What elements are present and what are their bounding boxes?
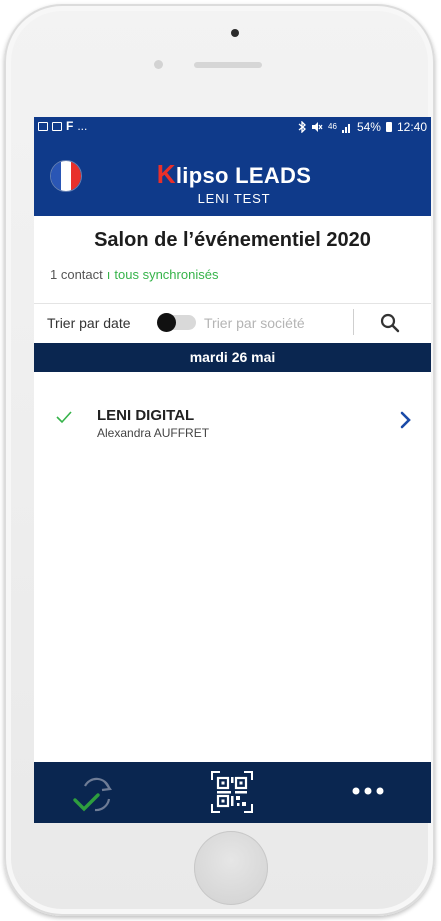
bluetooth-icon [298, 121, 306, 133]
bottom-nav [34, 762, 431, 823]
chevron-right-icon[interactable] [400, 411, 412, 429]
status-bar-right: 46 54% 12:40 [298, 120, 427, 134]
status-bar: F ... 46 54% 12:40 [34, 117, 431, 139]
more-dots-icon[interactable] [350, 786, 386, 796]
account-name: LENI TEST [197, 191, 271, 206]
sort-by-date-label[interactable]: Trier par date [47, 315, 131, 331]
phone-frame: F ... 46 54% 12:40 Klipso LEADS LENI TES… [4, 4, 435, 916]
sync-separator: ı [106, 267, 111, 282]
more-notifications: ... [77, 119, 88, 133]
sync-check-icon[interactable] [71, 774, 117, 816]
qr-code-icon[interactable] [209, 769, 255, 815]
contact-name: Alexandra AUFFRET [97, 426, 210, 440]
app-header: Klipso LEADS LENI TEST [34, 139, 431, 216]
contact-count: 1 contact [50, 267, 103, 282]
sort-by-company-label[interactable]: Trier par société [204, 315, 305, 331]
earpiece-speaker [194, 62, 262, 68]
notification-f-glyph: F [66, 119, 74, 133]
date-group-header: mardi 26 mai [34, 343, 431, 372]
mute-icon [312, 122, 323, 132]
logo-k: K [156, 159, 176, 189]
sort-toggle[interactable] [157, 313, 196, 332]
proximity-sensor [154, 60, 163, 69]
sort-toggle-knob [157, 313, 176, 332]
front-camera [231, 29, 239, 37]
message-icon [38, 121, 48, 131]
search-icon[interactable] [379, 312, 401, 334]
battery-percent: 54% [356, 120, 381, 134]
home-button[interactable] [194, 831, 268, 905]
app-logo: Klipso LEADS [154, 159, 314, 190]
event-title: Salon de l’événementiel 2020 [94, 229, 371, 251]
sync-summary: 1 contact ı tous synchronisés [50, 267, 218, 282]
battery-icon [385, 122, 392, 132]
synced-check-icon [56, 411, 72, 424]
status-bar-left: F ... [38, 120, 87, 132]
network-type: 46 [328, 122, 337, 131]
sort-bar: Trier par date Trier par société [34, 303, 431, 342]
signal-icon [341, 123, 350, 133]
gallery-icon [52, 121, 62, 131]
contact-company: LENI DIGITAL [97, 407, 195, 424]
sort-divider [353, 309, 354, 335]
france-flag-icon[interactable] [50, 160, 82, 192]
app-screen: F ... 46 54% 12:40 Klipso LEADS LENI TES… [34, 117, 431, 823]
clock: 12:40 [396, 120, 427, 134]
sync-status: tous synchronisés [114, 267, 219, 282]
logo-text: lipso LEADS [175, 163, 312, 188]
contact-row[interactable]: LENI DIGITAL Alexandra AUFFRET [34, 399, 431, 447]
